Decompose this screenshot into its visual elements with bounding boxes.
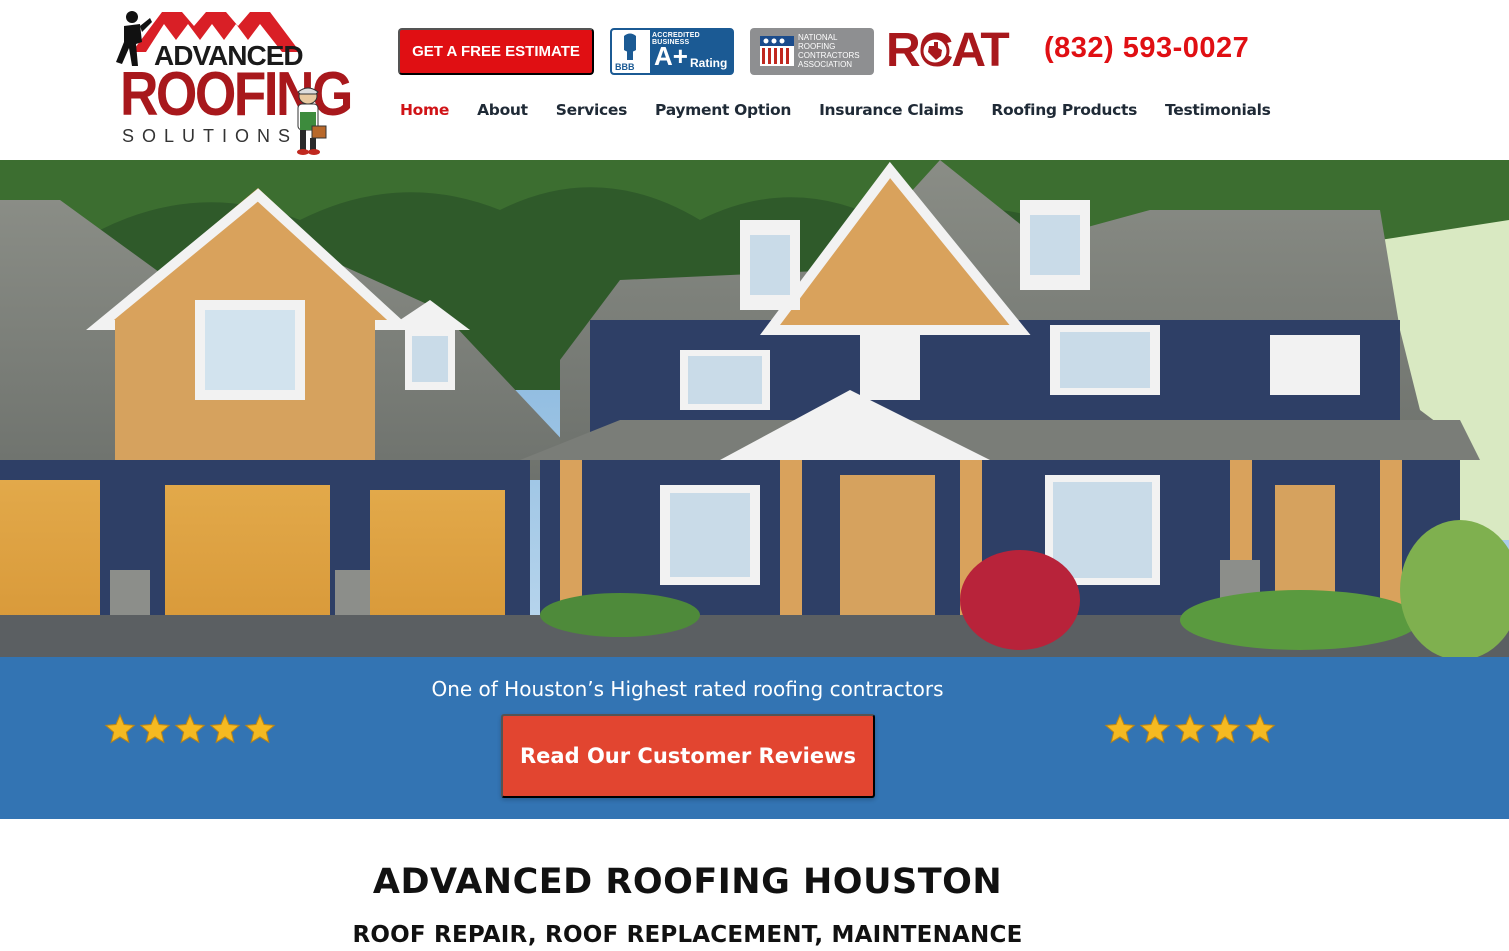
reviews-band: One of Houston’s Highest rated roofing c… (0, 657, 1509, 819)
nrca-membership-badge[interactable]: NATIONAL ROOFING CONTRACTORS ASSOCIATION (750, 28, 874, 75)
mascot-icon (297, 87, 327, 155)
rcat-logo[interactable]: RCAT (886, 26, 1012, 76)
star-icon (1139, 713, 1171, 744)
house-illustration (0, 160, 1509, 657)
nav-item-testimonials[interactable]: Testimonials (1165, 101, 1271, 119)
page-subtitle: ROOF REPAIR, ROOF REPLACEMENT, MAINTENAN… (352, 922, 1023, 948)
nav-item-roofing-products[interactable]: Roofing Products (991, 101, 1137, 119)
bbb-torch-icon: BBB (612, 30, 650, 73)
nrca-label: NATIONAL ROOFING CONTRACTORS ASSOCIATION (798, 33, 860, 69)
bbb-rating-label: Rating (690, 56, 728, 70)
free-estimate-button[interactable]: GET A FREE ESTIMATE (398, 28, 594, 75)
star-icon (209, 713, 241, 744)
site-header: ADVANCED ROOFING SOLUTIONS GET A FREE ES… (0, 0, 1509, 160)
band-tagline: One of Houston’s Highest rated roofing c… (431, 677, 944, 701)
star-icon (1174, 713, 1206, 744)
bbb-grade: A+ (654, 41, 688, 71)
nav-item-home[interactable]: Home (400, 101, 449, 119)
site-logo[interactable]: ADVANCED ROOFING SOLUTIONS (112, 4, 353, 156)
bbb-label: BBB (615, 62, 635, 72)
roofer-silhouette-icon (116, 11, 152, 66)
logo-text-solutions: SOLUTIONS (122, 126, 299, 146)
star-rating-left (104, 713, 276, 745)
texas-seal-icon (920, 36, 950, 66)
nav-item-services[interactable]: Services (556, 101, 628, 119)
star-icon (174, 713, 206, 744)
read-reviews-button[interactable]: Read Our Customer Reviews (501, 714, 875, 798)
star-icon (1209, 713, 1241, 744)
star-icon (1244, 713, 1276, 744)
hero-house-image (0, 160, 1509, 657)
star-icon (139, 713, 171, 744)
main-navigation: Home About Services Payment Option Insur… (400, 101, 1271, 119)
nav-item-about[interactable]: About (477, 101, 528, 119)
star-icon (1104, 713, 1136, 744)
bbb-accreditation-badge[interactable]: BBB ACCREDITED BUSINESS A+ Rating (610, 28, 734, 75)
star-icon (244, 713, 276, 744)
nrca-flag-icon (760, 36, 794, 66)
nav-item-payment-option[interactable]: Payment Option (655, 101, 791, 119)
star-rating-right (1104, 713, 1276, 745)
page-title: ADVANCED ROOFING HOUSTON (372, 862, 1003, 902)
star-icon (104, 713, 136, 744)
phone-number-link[interactable]: (832) 593-0027 (1044, 32, 1249, 65)
nav-item-insurance-claims[interactable]: Insurance Claims (819, 101, 964, 119)
